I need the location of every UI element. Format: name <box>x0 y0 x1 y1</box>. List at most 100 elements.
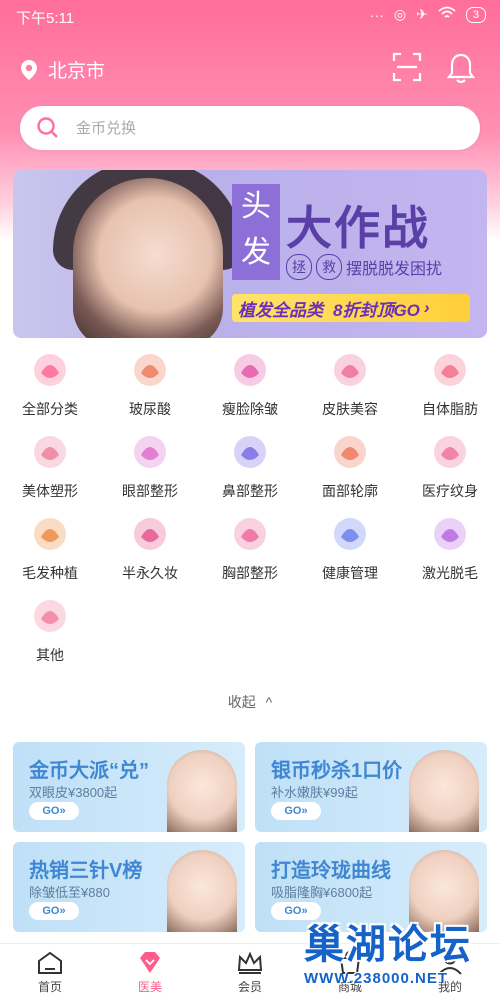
battery-icon: 3 <box>465 6 486 23</box>
category-item[interactable]: 健康管理 <box>300 515 400 583</box>
airplane-icon: ✈ <box>416 6 428 22</box>
banner-title: 大作战 <box>286 203 430 254</box>
promo-title: 打造玲珑曲线 <box>271 860 391 882</box>
banner-subtitle: 摆脱脱发困扰 <box>346 261 443 278</box>
category-item[interactable]: 胸部整形 <box>200 515 300 583</box>
promo-title: 热销三针V榜 <box>29 860 143 882</box>
category-label: 激光脱毛 <box>422 565 478 581</box>
banner-box-char-1: 头 <box>241 190 271 223</box>
category-item[interactable]: 瘦脸除皱 <box>200 351 300 419</box>
category-label: 眼部整形 <box>122 483 178 499</box>
category-label: 其他 <box>36 647 64 663</box>
category-label: 医疗纹身 <box>422 483 478 499</box>
status-bar: 下午5:11 ··· ◎ ✈ 3 <box>0 0 500 32</box>
category-label: 玻尿酸 <box>129 401 171 417</box>
nav-member[interactable]: 会员 <box>215 950 285 995</box>
promo-subtitle: 除皱低至¥880 <box>29 885 110 900</box>
category-item[interactable]: 毛发种植 <box>0 515 100 583</box>
brow-icon <box>131 515 169 553</box>
tattoo-icon <box>431 433 469 471</box>
nav-label: 会员 <box>237 980 262 994</box>
category-item[interactable]: 自体脂肪 <box>400 351 500 419</box>
category-item[interactable]: 美体塑形 <box>0 433 100 501</box>
category-item[interactable]: 鼻部整形 <box>200 433 300 501</box>
skin-icon <box>331 351 369 389</box>
status-time: 下午5:11 <box>16 10 75 27</box>
search-input[interactable] <box>74 118 438 138</box>
search-icon <box>37 117 58 138</box>
collapse-toggle[interactable]: 收起 ^ <box>0 692 500 712</box>
category-item[interactable]: 全部分类 <box>0 351 100 419</box>
face-slim-icon <box>231 351 269 389</box>
category-label: 美体塑形 <box>22 483 78 499</box>
nav-label: 医美 <box>137 980 162 994</box>
notification-button[interactable] <box>446 52 476 86</box>
location-selector[interactable]: 北京市 <box>20 56 105 83</box>
nav-label: 首页 <box>37 980 62 994</box>
promo-subtitle: 补水嫩肤¥99起 <box>271 785 358 800</box>
category-item[interactable]: 医疗纹身 <box>400 433 500 501</box>
promo-card-3[interactable]: 热销三针V榜 除皱低至¥880 GO» <box>13 842 245 932</box>
scan-icon <box>392 52 422 82</box>
banner-box-char-2: 发 <box>241 236 271 269</box>
category-label: 全部分类 <box>22 401 78 417</box>
face-contour-icon <box>331 433 369 471</box>
search-bar[interactable] <box>20 106 480 150</box>
banner-bar-left: 植发全品类 <box>238 300 323 320</box>
nav-medical-beauty[interactable]: 医美 <box>115 950 185 995</box>
category-item[interactable]: 激光脱毛 <box>400 515 500 583</box>
promo-go-button[interactable]: GO» <box>29 902 79 920</box>
promo-go-button[interactable]: GO» <box>271 802 321 820</box>
category-label: 瘦脸除皱 <box>222 401 278 417</box>
scan-button[interactable] <box>392 52 422 86</box>
body-icon <box>31 433 69 471</box>
category-label: 皮肤美容 <box>322 401 378 417</box>
category-label: 胸部整形 <box>222 565 278 581</box>
watermark-url: WWW.238000.NET <box>304 970 449 987</box>
promo-model-image <box>167 850 237 932</box>
status-icons: ··· ◎ ✈ 3 <box>370 6 486 23</box>
banner-model-image <box>73 178 223 338</box>
promo-title: 银币秒杀1口价 <box>271 760 403 782</box>
category-item[interactable]: 半永久妆 <box>100 515 200 583</box>
promo-card-2[interactable]: 银币秒杀1口价 补水嫩肤¥99起 GO» <box>255 742 487 832</box>
alarm-icon: ◎ <box>393 6 407 22</box>
banner-box-text: 头 发 <box>232 184 280 280</box>
diamond-icon <box>136 950 164 976</box>
promo-go-button[interactable]: GO» <box>29 802 79 820</box>
promo-model-image <box>167 750 237 832</box>
chevron-up-icon: ^ <box>265 694 273 710</box>
category-item[interactable]: 其他 <box>0 597 100 665</box>
banner-circle-2: 救 <box>316 254 342 280</box>
banner-cta-bar[interactable]: 植发全品类 8折封顶GO › <box>232 294 470 322</box>
crown-icon <box>236 950 264 976</box>
banner-bar-arrow: › <box>423 298 430 317</box>
banner-bar-right: 8折封顶GO <box>333 300 420 320</box>
hyaluronic-icon <box>131 351 169 389</box>
nose-icon <box>231 433 269 471</box>
other-icon <box>31 597 69 635</box>
promo-card-1[interactable]: 金币大派“兑” 双眼皮¥3800起 GO» <box>13 742 245 832</box>
location-label: 北京市 <box>48 61 106 82</box>
watermark: 巢湖论坛 WWW.238000.NET <box>300 912 496 996</box>
location-pin-icon <box>21 59 37 80</box>
watermark-title: 巢湖论坛 <box>304 923 472 967</box>
promo-subtitle: 双眼皮¥3800起 <box>29 785 118 800</box>
banner-circle-1: 拯 <box>286 254 312 280</box>
category-label: 面部轮廓 <box>322 483 378 499</box>
promo-subtitle: 吸脂隆胸¥6800起 <box>271 885 373 900</box>
category-label: 鼻部整形 <box>222 483 278 499</box>
promo-model-image <box>409 750 479 832</box>
banner-subtitle-row: 拯 救 摆脱脱发困扰 <box>286 254 442 280</box>
category-item[interactable]: 玻尿酸 <box>100 351 200 419</box>
nav-home[interactable]: 首页 <box>15 950 85 995</box>
dots-icon: ··· <box>369 6 384 23</box>
bell-icon <box>446 53 476 84</box>
category-item[interactable]: 皮肤美容 <box>300 351 400 419</box>
category-item[interactable]: 面部轮廓 <box>300 433 400 501</box>
all-category-icon <box>31 351 69 389</box>
eye-icon <box>131 433 169 471</box>
category-item[interactable]: 眼部整形 <box>100 433 200 501</box>
heart-icon <box>331 515 369 553</box>
category-label: 自体脂肪 <box>422 401 478 417</box>
